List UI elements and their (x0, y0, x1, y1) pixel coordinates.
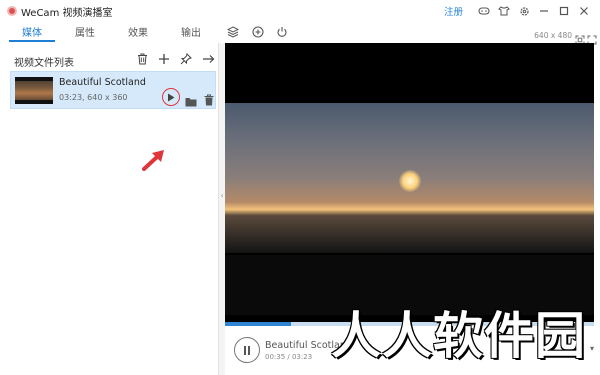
video-list-title: 视频文件列表 (14, 58, 74, 69)
tab-effects[interactable]: 效果 (118, 24, 158, 40)
fit-screen-icon[interactable] (575, 30, 585, 45)
video-thumbnail (15, 77, 53, 104)
add-circle-icon[interactable] (250, 24, 266, 40)
window-controls: 注册 (444, 3, 592, 19)
watermark: 人人软件园 (331, 307, 586, 365)
file-name: Beautiful Scotland (59, 77, 146, 88)
maximize-icon[interactable] (556, 3, 572, 19)
minimize-icon[interactable] (536, 3, 552, 19)
gamepad-icon[interactable] (476, 3, 492, 19)
shirt-icon[interactable] (496, 3, 512, 19)
app-title: WeCam 视频演播室 (21, 8, 113, 19)
media-panel: 视频文件列表 Beautiful Scotland 03:23, 640 x 3… (0, 43, 219, 375)
close-icon[interactable] (576, 3, 592, 19)
folder-icon[interactable] (185, 92, 197, 107)
tab-output[interactable]: 输出 (171, 24, 211, 40)
register-link[interactable]: 注册 (444, 4, 463, 18)
gear-icon[interactable] (516, 3, 532, 19)
pause-button[interactable] (234, 337, 260, 363)
now-playing-time: 00:35 / 03:23 (265, 353, 313, 361)
layers-icon[interactable] (225, 24, 241, 40)
pin-icon[interactable] (178, 51, 194, 67)
title-bar: WeCam 视频演播室 注册 (0, 0, 600, 22)
tab-properties[interactable]: 属性 (65, 24, 105, 40)
plus-icon[interactable] (156, 51, 172, 67)
list-toolbar (134, 51, 222, 67)
more-options-icon[interactable]: ▾ (590, 344, 594, 353)
file-meta: 03:23, 640 x 360 (59, 93, 128, 102)
delete-icon[interactable] (204, 91, 216, 106)
power-icon[interactable] (274, 24, 290, 40)
resolution-label: 640 x 480 (534, 31, 572, 40)
list-item[interactable]: Beautiful Scotland 03:23, 640 x 360 (10, 71, 216, 109)
fullscreen-icon[interactable] (587, 30, 597, 45)
app-logo-icon (7, 6, 17, 16)
arrow-right-icon[interactable] (200, 51, 216, 67)
tab-bar: 媒体 属性 效果 输出 (0, 22, 600, 42)
annotation-arrow-icon (142, 150, 164, 171)
video-preview (225, 43, 594, 322)
play-icon (168, 93, 175, 101)
play-button[interactable] (162, 88, 180, 106)
video-sun (399, 170, 421, 192)
active-tab-indicator (9, 40, 55, 42)
pause-icon (244, 345, 250, 355)
tab-media[interactable]: 媒体 (12, 24, 52, 40)
trash-icon[interactable] (134, 51, 150, 67)
